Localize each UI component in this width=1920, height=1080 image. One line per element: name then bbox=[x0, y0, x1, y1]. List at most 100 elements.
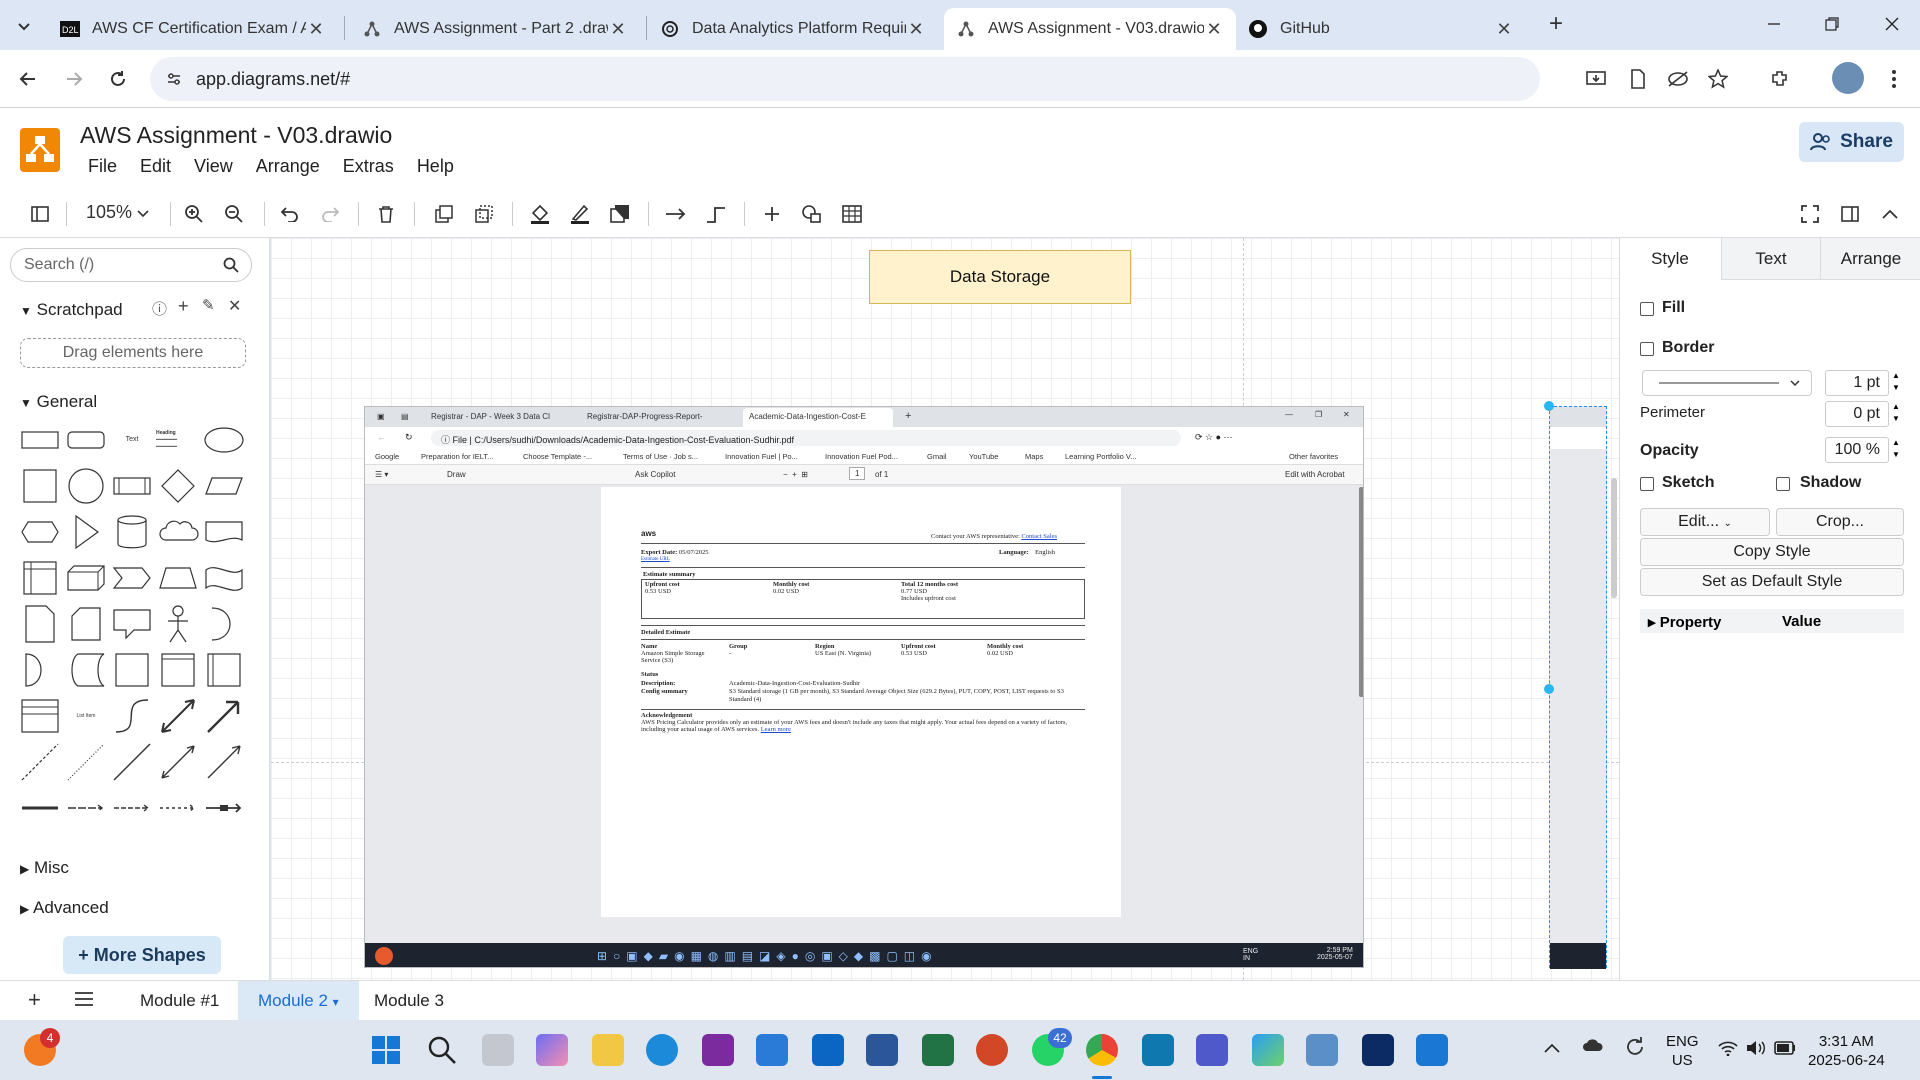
stepper-arrows-icon[interactable]: ▲ ▼ bbox=[1892, 437, 1900, 461]
wifi-icon[interactable] bbox=[1718, 1040, 1738, 1061]
zoom-in-icon[interactable] bbox=[180, 200, 208, 228]
copy-style-button[interactable]: Copy Style bbox=[1640, 538, 1904, 566]
menu-edit[interactable]: Edit bbox=[140, 156, 171, 177]
tracking-eye-off-icon[interactable] bbox=[1664, 65, 1692, 93]
disney-plus-icon[interactable] bbox=[1362, 1034, 1394, 1066]
diagram-canvas[interactable]: Data Storage ▣ ▤ Registrar - DAP - Week … bbox=[271, 238, 1619, 980]
insert-plus-icon[interactable] bbox=[758, 200, 786, 228]
system-clock[interactable]: 3:31 AM 2025-06-24 bbox=[1808, 1032, 1885, 1070]
windows-start-icon[interactable] bbox=[370, 1034, 402, 1066]
step-shape[interactable] bbox=[110, 556, 154, 600]
connection-arrow-icon[interactable] bbox=[662, 200, 690, 228]
perimeter-input[interactable]: 0 pt bbox=[1825, 401, 1889, 427]
volume-icon[interactable] bbox=[1746, 1040, 1766, 1061]
parallelogram-shape[interactable] bbox=[202, 464, 246, 508]
forward-icon[interactable] bbox=[60, 65, 88, 93]
hexagon-shape[interactable] bbox=[18, 510, 62, 554]
to-front-icon[interactable] bbox=[430, 200, 458, 228]
data-storage-shape[interactable]: Data Storage bbox=[869, 250, 1131, 304]
bidirectional-arrow-shape[interactable] bbox=[156, 694, 200, 738]
container-shape[interactable] bbox=[110, 648, 154, 692]
menu-arrange[interactable]: Arrange bbox=[256, 156, 320, 177]
rounded-rectangle-shape[interactable] bbox=[64, 418, 108, 462]
browser-tab-5[interactable]: GitHub ✕ bbox=[1236, 8, 1526, 50]
cylinder-shape[interactable] bbox=[110, 510, 154, 554]
new-tab-icon[interactable]: + bbox=[1542, 10, 1570, 38]
profile-avatar[interactable] bbox=[1832, 62, 1864, 94]
zoom-out-icon[interactable] bbox=[220, 200, 248, 228]
horizontal-container-shape[interactable] bbox=[156, 648, 200, 692]
browser-tab-1[interactable]: D2L AWS CF Certification Exam / AW ✕ bbox=[48, 8, 338, 50]
edge-icon[interactable] bbox=[646, 1034, 678, 1066]
collapse-up-icon[interactable] bbox=[1876, 200, 1904, 228]
vertical-container-shape[interactable] bbox=[202, 648, 246, 692]
search-input[interactable]: Search (/) bbox=[10, 248, 252, 282]
connector-arrow-shape[interactable] bbox=[202, 786, 246, 830]
trapezoid-shape[interactable] bbox=[156, 556, 200, 600]
site-settings-icon[interactable] bbox=[166, 71, 182, 87]
or-shape[interactable] bbox=[202, 602, 246, 646]
page-tab-module-2[interactable]: Module 2 ▾ bbox=[238, 981, 359, 1021]
microsoft-365-icon[interactable] bbox=[1252, 1034, 1284, 1066]
page-tab-module-1[interactable]: Module #1 bbox=[120, 981, 239, 1021]
rectangle-shape[interactable] bbox=[18, 418, 62, 462]
url-field[interactable]: app.diagrams.net/# bbox=[150, 57, 1540, 101]
sketch-checkbox[interactable] bbox=[1640, 477, 1654, 491]
document-shape[interactable] bbox=[202, 510, 246, 554]
dotted-line-shape[interactable] bbox=[64, 740, 108, 784]
card-shape[interactable] bbox=[64, 602, 108, 646]
close-window-icon[interactable] bbox=[1878, 10, 1906, 38]
link-shape[interactable] bbox=[18, 786, 62, 830]
curve-shape[interactable] bbox=[110, 694, 154, 738]
search-icon[interactable] bbox=[223, 257, 239, 273]
download-page-icon[interactable] bbox=[1624, 65, 1652, 93]
minimize-icon[interactable] bbox=[1760, 10, 1788, 38]
shadow-icon[interactable] bbox=[606, 200, 634, 228]
copilot-icon[interactable] bbox=[536, 1034, 568, 1066]
browser-tab-2[interactable]: AWS Assignment - Part 2 .drawi ✕ bbox=[350, 8, 640, 50]
bookmark-star-icon[interactable] bbox=[1704, 65, 1732, 93]
fill-color-icon[interactable] bbox=[526, 200, 554, 228]
scratchpad-header[interactable]: ▼ Scratchpad bbox=[20, 300, 123, 320]
tab-style[interactable]: Style bbox=[1620, 238, 1720, 280]
extensions-icon[interactable] bbox=[1766, 65, 1794, 93]
advanced-header[interactable]: ▶ Advanced bbox=[20, 898, 109, 918]
stepper-arrows-icon[interactable]: ▲ ▼ bbox=[1892, 401, 1900, 425]
menu-extras[interactable]: Extras bbox=[343, 156, 394, 177]
format-panel-toggle-icon[interactable] bbox=[26, 200, 54, 228]
link-arrow-shape[interactable] bbox=[64, 786, 108, 830]
stepper-arrows-icon[interactable]: ▲ ▼ bbox=[1892, 370, 1900, 394]
add-icon[interactable]: + bbox=[178, 296, 189, 317]
input-language-indicator[interactable]: ENG US bbox=[1666, 1032, 1699, 1070]
browser-tab-3[interactable]: Data Analytics Platform Require ✕ bbox=[648, 8, 938, 50]
note-shape[interactable] bbox=[18, 602, 62, 646]
zoom-select[interactable]: 105% bbox=[86, 202, 149, 223]
cloud-shape[interactable] bbox=[156, 510, 200, 554]
line-shape[interactable] bbox=[110, 740, 154, 784]
list-item-shape[interactable]: List Item bbox=[64, 694, 108, 738]
word-icon[interactable] bbox=[866, 1034, 898, 1066]
text-shape[interactable]: Text bbox=[110, 418, 154, 462]
linkedin-icon[interactable] bbox=[812, 1034, 844, 1066]
dotted-arrow-shape[interactable] bbox=[156, 786, 200, 830]
format-panel-icon[interactable] bbox=[1836, 200, 1864, 228]
fill-checkbox[interactable] bbox=[1640, 302, 1654, 316]
property-table-header[interactable]: ▸ Property Value bbox=[1640, 609, 1904, 633]
tab-list-icon[interactable] bbox=[10, 12, 38, 40]
table-icon[interactable] bbox=[838, 200, 866, 228]
general-header[interactable]: ▼ General bbox=[20, 392, 97, 412]
page-tab-module-3[interactable]: Module 3 bbox=[354, 981, 464, 1021]
redo-icon[interactable] bbox=[316, 200, 344, 228]
menu-view[interactable]: View bbox=[194, 156, 233, 177]
line-color-icon[interactable] bbox=[566, 200, 594, 228]
more-shapes-button[interactable]: + More Shapes bbox=[63, 936, 221, 974]
menu-help[interactable]: Help bbox=[417, 156, 454, 177]
callout-shape[interactable] bbox=[110, 602, 154, 646]
bidirectional-connector-shape[interactable] bbox=[156, 740, 200, 784]
internal-storage-shape[interactable] bbox=[18, 556, 62, 600]
notepad-icon[interactable] bbox=[1416, 1034, 1448, 1066]
directional-connector-shape[interactable] bbox=[202, 740, 246, 784]
battery-icon[interactable] bbox=[1774, 1041, 1796, 1060]
resize-handle[interactable] bbox=[1544, 401, 1554, 411]
close-tab-icon[interactable]: ✕ bbox=[306, 19, 326, 40]
